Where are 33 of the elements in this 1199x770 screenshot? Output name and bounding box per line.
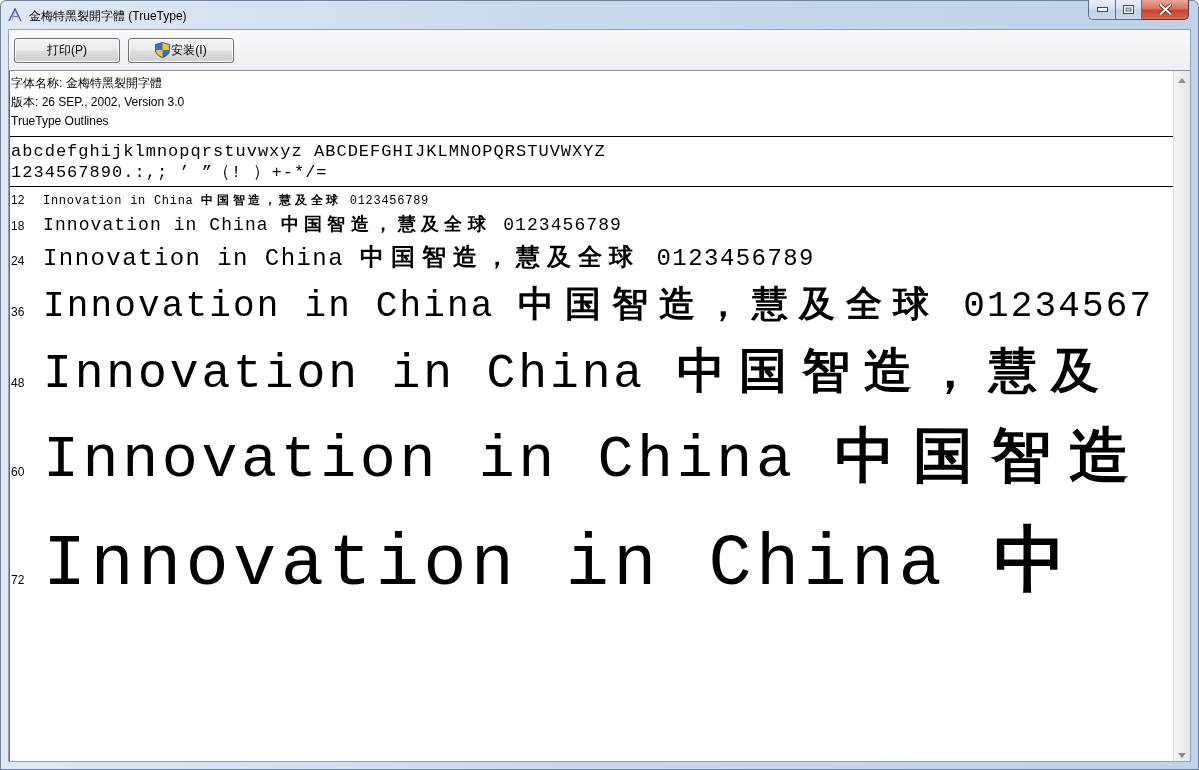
close-icon bbox=[1158, 4, 1172, 15]
size-label: 18 bbox=[10, 219, 26, 233]
sample-text: Innovation in China 中国智造，慧及 bbox=[43, 341, 1114, 403]
scroll-down-arrow-icon[interactable] bbox=[1178, 753, 1186, 758]
size-label: 12 bbox=[10, 193, 26, 207]
maximize-button[interactable] bbox=[1115, 0, 1142, 20]
maximize-icon bbox=[1123, 5, 1134, 14]
character-sample-text: abcdefghijklmnopqrstuvwxyz ABCDEFGHIJKLMNOPQRSTUVWXYZ bbox=[11, 141, 607, 162]
size-label: 36 bbox=[10, 305, 26, 319]
size-label: 72 bbox=[10, 573, 26, 587]
minimize-icon bbox=[1096, 7, 1108, 12]
shield-icon bbox=[155, 42, 171, 58]
sample-text: Innovation in China 中国智造，慧及全球 0123456789 bbox=[43, 212, 622, 237]
scroll-up-arrow-icon[interactable] bbox=[1178, 78, 1186, 83]
vertical-scrollbar[interactable] bbox=[1173, 71, 1190, 761]
sample-text: Innovation in China 中国智造，慧及全球 0123456789 bbox=[43, 242, 815, 274]
font-info-text: TrueType Outlines bbox=[11, 113, 110, 130]
window-title: 金梅特黑裂開字體 (TrueType) bbox=[29, 8, 187, 25]
size-label: 48 bbox=[10, 376, 26, 390]
sample-text: Innovation in China 中 bbox=[43, 516, 1088, 608]
letter-a-icon bbox=[8, 8, 22, 22]
toolbar-button[interactable]: 安装(I) bbox=[128, 37, 234, 63]
character-sample-text: 1234567890.:,; ’ ”（! ）+-*/= bbox=[11, 162, 329, 183]
toolbar-button[interactable]: 打印(P) bbox=[14, 37, 120, 63]
sample-text: Innovation in China 中国智造，慧及全球 01234567 bbox=[43, 282, 1154, 329]
sample-text: Innovation in China 中国智造，慧及全球 0123456789 bbox=[43, 192, 429, 210]
font-info-text: 版本: 26 SEP., 2002, Version 3.0 bbox=[11, 94, 186, 111]
close-button[interactable] bbox=[1142, 0, 1189, 20]
size-label: 60 bbox=[10, 465, 26, 479]
sample-text: Innovation in China 中国智造 bbox=[43, 419, 1148, 496]
font-info-text: 字体名称: 金梅特黑裂開字體 bbox=[11, 75, 163, 92]
size-label: 24 bbox=[10, 254, 26, 268]
minimize-button[interactable] bbox=[1088, 0, 1115, 20]
